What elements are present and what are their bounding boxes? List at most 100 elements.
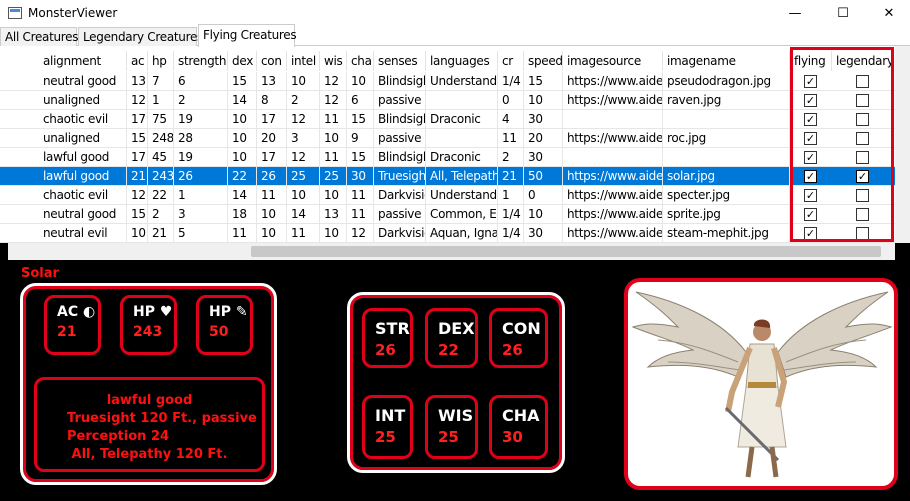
cell-wis[interactable]: 10 xyxy=(320,129,347,148)
table-row[interactable]: neutral good13761513101210BlindsightUnde… xyxy=(0,72,895,91)
cell-imagesource[interactable]: https://www.aidedd xyxy=(563,186,663,205)
cell-imagesource[interactable]: https://www.aidedd xyxy=(563,224,663,243)
cell-hp[interactable]: 21 xyxy=(148,224,174,243)
flying-checkbox[interactable]: ✓ xyxy=(804,75,817,88)
cell-strength[interactable]: 1 xyxy=(174,186,228,205)
flying-checkbox[interactable]: ✓ xyxy=(804,208,817,221)
column-header-ac[interactable]: ac xyxy=(127,51,148,71)
maximize-button[interactable]: ☐ xyxy=(820,0,866,26)
cell-intel[interactable]: 2 xyxy=(287,91,320,110)
cell-hp[interactable]: 7 xyxy=(148,72,174,91)
cell-cr[interactable]: 1 xyxy=(498,186,524,205)
flying-checkbox[interactable]: ✓ xyxy=(804,170,817,183)
flying-checkbox[interactable]: ✓ xyxy=(804,151,817,164)
flying-checkbox[interactable]: ✓ xyxy=(804,113,817,126)
column-header-intel[interactable]: intel xyxy=(287,51,320,71)
cell-ac[interactable]: 13 xyxy=(127,72,148,91)
cell-cha[interactable]: 30 xyxy=(347,167,374,186)
cell-hp[interactable]: 248 xyxy=(148,129,174,148)
cell-imagesource[interactable]: https://www.aidedd xyxy=(563,129,663,148)
cell-ac[interactable]: 12 xyxy=(127,91,148,110)
cell-cha[interactable]: 6 xyxy=(347,91,374,110)
flying-checkbox[interactable]: ✓ xyxy=(804,132,817,145)
cell-cr[interactable]: 0 xyxy=(498,91,524,110)
cell-alignment[interactable]: chaotic evil xyxy=(39,186,127,205)
cell-cha[interactable]: 15 xyxy=(347,110,374,129)
column-header-con[interactable]: con xyxy=(257,51,287,71)
cell-dex[interactable]: 14 xyxy=(228,186,257,205)
cell-intel[interactable]: 14 xyxy=(287,205,320,224)
cell-intel[interactable]: 12 xyxy=(287,148,320,167)
table-row[interactable]: neutral good15231810141311passive Percep… xyxy=(0,205,895,224)
cell-senses[interactable]: Truesight 120 Ft. xyxy=(374,167,426,186)
column-header-wis[interactable]: wis xyxy=(320,51,347,71)
legendary-checkbox[interactable] xyxy=(856,189,869,202)
cell-languages[interactable]: Draconic xyxy=(426,110,498,129)
legendary-checkbox[interactable] xyxy=(856,94,869,107)
cell-senses[interactable]: passive Perception xyxy=(374,129,426,148)
column-header-alignment[interactable]: alignment xyxy=(39,51,127,71)
cell-hp[interactable]: 22 xyxy=(148,186,174,205)
legendary-checkbox[interactable] xyxy=(856,227,869,240)
cell-strength[interactable]: 19 xyxy=(174,148,228,167)
creature-grid[interactable]: alignment ac hp strength dex con intel wis cha se… xyxy=(0,46,910,243)
cell-alignment[interactable]: chaotic evil xyxy=(39,110,127,129)
close-button[interactable]: ✕ xyxy=(866,0,910,26)
cell-strength[interactable]: 19 xyxy=(174,110,228,129)
cell-senses[interactable]: Darkvision xyxy=(374,186,426,205)
cell-imagesource[interactable] xyxy=(563,148,663,167)
cell-intel[interactable]: 11 xyxy=(287,224,320,243)
cell-intel[interactable]: 12 xyxy=(287,110,320,129)
cell-cr[interactable]: 4 xyxy=(498,110,524,129)
horizontal-scrollbar[interactable] xyxy=(8,243,895,260)
cell-wis[interactable]: 12 xyxy=(320,91,347,110)
cell-wis[interactable]: 10 xyxy=(320,224,347,243)
cell-cha[interactable]: 12 xyxy=(347,224,374,243)
cell-con[interactable]: 10 xyxy=(257,205,287,224)
cell-senses[interactable]: passive Perception xyxy=(374,91,426,110)
cell-dex[interactable]: 15 xyxy=(228,72,257,91)
cell-speed[interactable]: 30 xyxy=(524,224,563,243)
legendary-checkbox[interactable] xyxy=(856,151,869,164)
cell-speed[interactable]: 0 xyxy=(524,186,563,205)
flying-checkbox[interactable]: ✓ xyxy=(804,94,817,107)
flying-checkbox[interactable]: ✓ xyxy=(804,189,817,202)
table-row[interactable]: neutral evil102151110111012DarkvisionAqu… xyxy=(0,224,895,243)
cell-alignment[interactable]: neutral good xyxy=(39,72,127,91)
cell-wis[interactable]: 11 xyxy=(320,110,347,129)
legendary-checkbox[interactable] xyxy=(856,132,869,145)
cell-wis[interactable]: 13 xyxy=(320,205,347,224)
cell-cr[interactable]: 2 xyxy=(498,148,524,167)
table-row[interactable]: unaligned152482810203109passive Percepti… xyxy=(0,129,895,148)
cell-senses[interactable]: Darkvision xyxy=(374,224,426,243)
cell-ac[interactable]: 17 xyxy=(127,148,148,167)
cell-wis[interactable]: 12 xyxy=(320,72,347,91)
cell-imagename[interactable]: roc.jpg xyxy=(663,129,790,148)
cell-dex[interactable]: 10 xyxy=(228,110,257,129)
flying-checkbox[interactable]: ✓ xyxy=(804,227,817,240)
cell-imagename[interactable]: sprite.jpg xyxy=(663,205,790,224)
vertical-scrollbar[interactable] xyxy=(895,46,910,243)
column-header-strength[interactable]: strength xyxy=(174,51,228,71)
cell-con[interactable]: 13 xyxy=(257,72,287,91)
cell-imagename[interactable]: steam-mephit.jpg xyxy=(663,224,790,243)
column-header-dex[interactable]: dex xyxy=(228,51,257,71)
cell-strength[interactable]: 3 xyxy=(174,205,228,224)
cell-speed[interactable]: 50 xyxy=(524,167,563,186)
cell-imagename[interactable]: solar.jpg xyxy=(663,167,790,186)
cell-cha[interactable]: 11 xyxy=(347,205,374,224)
table-row[interactable]: unaligned12121482126passive Perception01… xyxy=(0,91,895,110)
cell-intel[interactable]: 3 xyxy=(287,129,320,148)
cell-imagename[interactable]: specter.jpg xyxy=(663,186,790,205)
cell-con[interactable]: 17 xyxy=(257,148,287,167)
table-row[interactable]: lawful good1745191017121115BlindsightDra… xyxy=(0,148,895,167)
table-row[interactable]: chaotic evil1775191017121115BlindsightDr… xyxy=(0,110,895,129)
cell-imagesource[interactable]: https://www.aidedd xyxy=(563,167,663,186)
cell-strength[interactable]: 5 xyxy=(174,224,228,243)
cell-hp[interactable]: 75 xyxy=(148,110,174,129)
column-header-languages[interactable]: languages xyxy=(426,51,498,71)
column-header-senses[interactable]: senses xyxy=(374,51,426,71)
cell-dex[interactable]: 14 xyxy=(228,91,257,110)
tab-flying-creatures[interactable]: Flying Creatures xyxy=(198,24,297,47)
cell-cr[interactable]: 1/4 xyxy=(498,224,524,243)
